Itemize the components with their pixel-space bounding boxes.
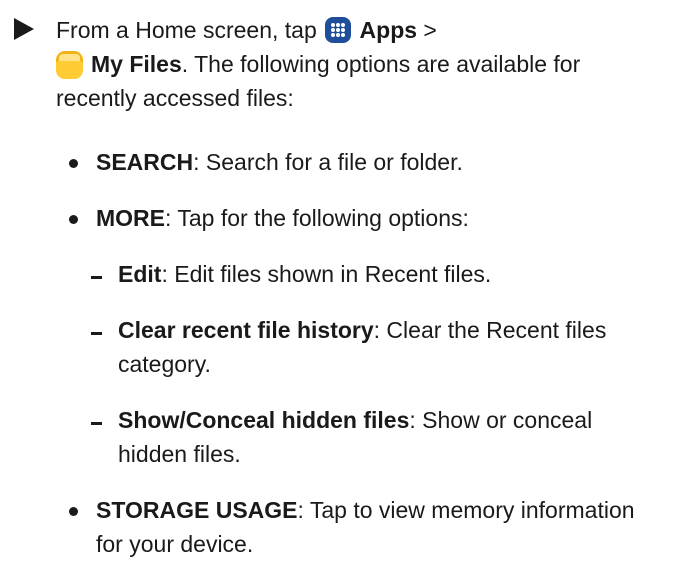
bullet-icon	[69, 507, 78, 516]
list-item-show-hidden: Show/Conceal hidden files: Show or conce…	[91, 403, 666, 471]
dash-bullet-icon	[91, 276, 102, 279]
option-term: MORE	[96, 205, 165, 231]
option-desc: : Search for a file or folder.	[193, 149, 463, 175]
bullet-icon	[69, 215, 78, 224]
sub-option-term: Show/Conceal hidden files	[118, 407, 410, 433]
dash-bullet-icon	[91, 422, 102, 425]
option-term: STORAGE USAGE	[96, 497, 298, 523]
dash-bullet-icon	[91, 332, 102, 335]
step-text: From a Home screen, tap Apps > My Files.…	[56, 13, 666, 115]
bullet-icon	[69, 159, 78, 168]
apps-label: Apps	[359, 17, 418, 43]
option-term: SEARCH	[96, 149, 194, 175]
step-separator: >	[417, 17, 437, 43]
step-instruction: From a Home screen, tap Apps > My Files.…	[14, 13, 669, 115]
list-item-search: SEARCH: Search for a file or folder.	[69, 145, 666, 179]
my-files-folder-icon	[56, 51, 83, 79]
sub-option-term: Edit	[118, 261, 162, 287]
triangle-arrow-icon	[14, 18, 34, 40]
option-desc: : Tap for the following options:	[165, 205, 469, 231]
list-item-storage-usage: STORAGE USAGE: Tap to view memory inform…	[69, 493, 666, 561]
list-item-clear-history: Clear recent file history: Clear the Rec…	[91, 313, 666, 381]
list-item-more: MORE: Tap for the following options:	[69, 201, 666, 235]
apps-grid-icon	[325, 17, 352, 43]
list-item-edit: Edit: Edit files shown in Recent files.	[91, 257, 666, 291]
step-prefix: From a Home screen, tap	[56, 17, 324, 43]
my-files-label: My Files	[91, 51, 182, 77]
sub-option-desc: : Edit files shown in Recent files.	[161, 261, 492, 287]
sub-option-term: Clear recent file history	[118, 317, 374, 343]
